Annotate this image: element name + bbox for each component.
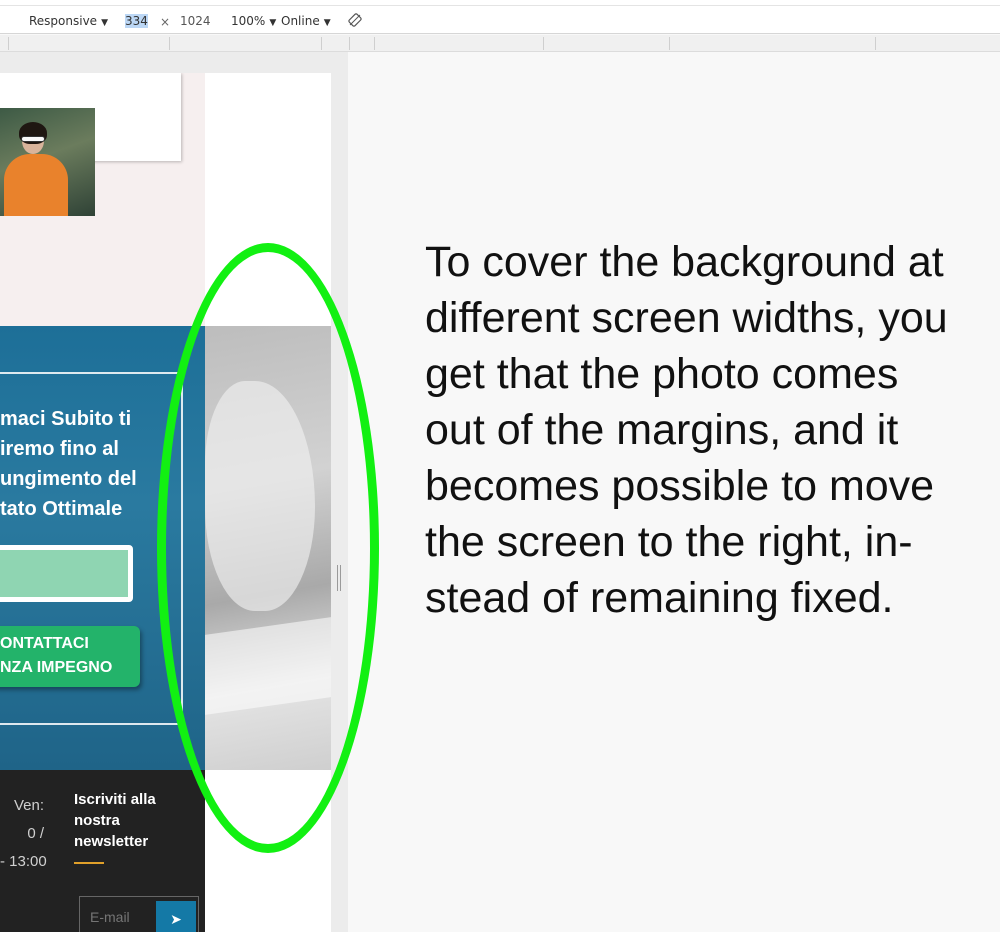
dimension-times-icon: × bbox=[160, 15, 171, 29]
throttle-select-caret-icon: ▼ bbox=[323, 18, 331, 28]
newsletter-underline bbox=[74, 862, 104, 864]
contact-button[interactable]: ONTATTACI NZA IMPEGNO bbox=[0, 626, 140, 687]
width-input[interactable]: 334 bbox=[122, 11, 151, 31]
cta-title-line: ungimento del bbox=[0, 468, 137, 490]
ruler-tick bbox=[543, 37, 544, 50]
contact-cta-section: maci Subito ti iremo fino al ungimento d… bbox=[0, 326, 205, 770]
annotation-text: To cover the background at different scr… bbox=[425, 234, 985, 626]
send-icon[interactable]: ➤ bbox=[156, 901, 196, 932]
contact-button-line: NZA IMPEGNO bbox=[0, 659, 113, 676]
cta-title-line: tato Ottimale bbox=[0, 498, 123, 520]
footer: Ven: 0 / - 13:00 Iscriviti alla nostra n… bbox=[0, 770, 205, 932]
emulated-page: maci Subito ti iremo fino al ungimento d… bbox=[0, 73, 331, 932]
height-value: 1024 bbox=[180, 14, 211, 28]
photo-hand-shape bbox=[205, 381, 315, 611]
opening-hours: Ven: 0 / - 13:00 bbox=[0, 792, 47, 876]
annotation-line: get that the photo comes bbox=[425, 350, 899, 398]
ruler-tick bbox=[8, 37, 9, 50]
throttle-select[interactable]: Online ▼ bbox=[281, 13, 331, 29]
zoom-select-label: 100% bbox=[231, 14, 266, 28]
device-toolbar: Responsive ▼ 334 × 1024 100% ▼ Online ▼ bbox=[0, 0, 1000, 34]
device-select-caret-icon: ▼ bbox=[101, 18, 108, 28]
ruler-tick bbox=[669, 37, 670, 50]
newsletter-title-line: Iscriviti alla bbox=[74, 791, 156, 808]
annotation-line: the screen to the right, in- bbox=[425, 518, 913, 566]
ruler-tick bbox=[374, 37, 375, 50]
device-select[interactable]: Responsive ▼ bbox=[29, 13, 108, 29]
newsletter-title: Iscriviti alla nostra newsletter bbox=[74, 789, 156, 852]
photo-dress-shape bbox=[4, 154, 68, 216]
ruler-tick bbox=[349, 37, 350, 50]
device-select-label: Responsive bbox=[29, 14, 98, 28]
cta-title-line: maci Subito ti bbox=[0, 408, 132, 430]
cta-input-field[interactable] bbox=[0, 545, 133, 602]
overflowing-background-photo bbox=[205, 326, 331, 770]
annotation-line: out of the margins, and it bbox=[425, 406, 899, 454]
cta-title: maci Subito ti iremo fino al ungimento d… bbox=[0, 404, 200, 524]
newsletter-title-line: newsletter bbox=[74, 833, 149, 850]
annotation-line: To cover the background at bbox=[425, 238, 944, 286]
hours-line: 0 / bbox=[27, 825, 44, 842]
width-value: 334 bbox=[125, 14, 148, 28]
annotation-line: stead of remaining fixed. bbox=[425, 574, 894, 622]
toolbar-top-strip bbox=[0, 0, 1000, 6]
annotation-line: different screen widths, you bbox=[425, 294, 948, 342]
portrait-photo bbox=[0, 108, 95, 216]
zoom-select[interactable]: 100% ▼ bbox=[231, 13, 276, 29]
height-input[interactable]: 1024 bbox=[177, 11, 214, 31]
ruler-tick bbox=[875, 37, 876, 50]
throttle-select-label: Online bbox=[281, 14, 320, 28]
annotation-line: becomes possible to move bbox=[425, 462, 935, 510]
hero-section bbox=[0, 73, 205, 326]
viewport-resize-handle[interactable] bbox=[336, 565, 342, 591]
cta-title-line: iremo fino al bbox=[0, 438, 119, 460]
contact-button-line: ONTATTACI bbox=[0, 635, 89, 652]
ruler-tick bbox=[321, 37, 322, 50]
newsletter-form: ➤ bbox=[79, 896, 199, 932]
photo-glasses-shape bbox=[21, 136, 45, 142]
newsletter-title-line: nostra bbox=[74, 812, 120, 829]
ruler-tick bbox=[169, 37, 170, 50]
photo-paper-shape bbox=[205, 617, 331, 715]
hours-line: Ven: bbox=[13, 797, 44, 814]
zoom-select-caret-icon: ▼ bbox=[269, 18, 277, 28]
media-query-ruler bbox=[0, 35, 1000, 52]
hours-line: - 13:00 bbox=[0, 853, 47, 870]
rotate-icon[interactable] bbox=[348, 13, 362, 27]
newsletter-email-input[interactable] bbox=[90, 909, 154, 925]
